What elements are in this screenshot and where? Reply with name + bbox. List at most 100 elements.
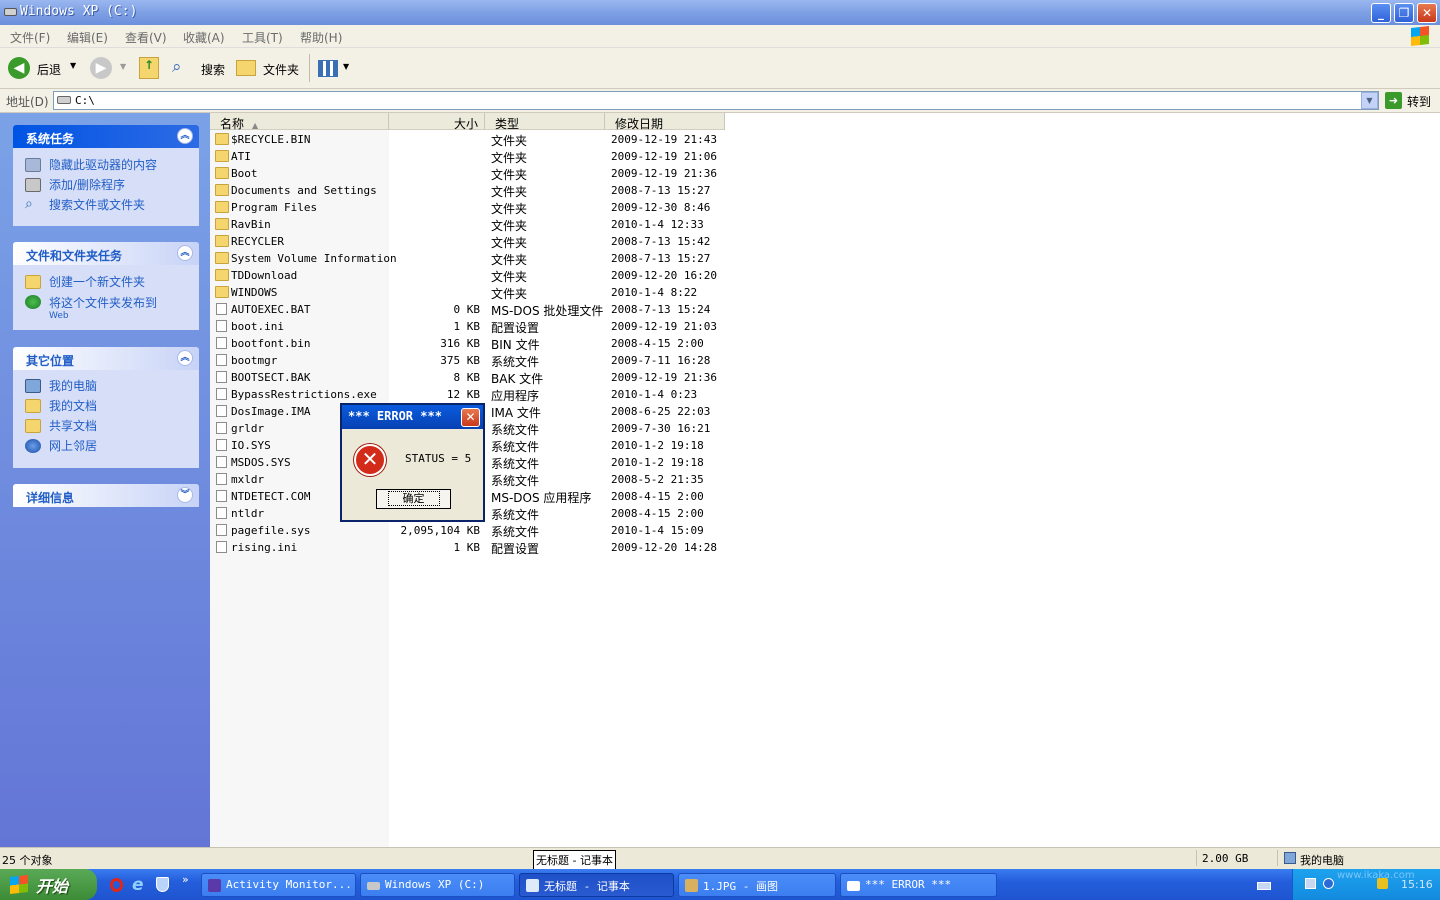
- task-hide-drive[interactable]: 隐藏此驱动器的内容: [13, 155, 199, 175]
- file-row[interactable]: TDDownload 文件夹 2009-12-20 16:20: [210, 267, 730, 284]
- file-row[interactable]: bootmgr 375 KB 系统文件 2009-7-11 16:28: [210, 352, 730, 369]
- file-row[interactable]: RECYCLER 文件夹 2008-7-13 15:42: [210, 233, 730, 250]
- column-header-type[interactable]: 类型: [485, 113, 605, 131]
- file-row[interactable]: rising.ini 1 KB 配置设置 2009-12-20 14:28: [210, 539, 730, 556]
- dialog-message: STATUS = 5: [405, 452, 472, 465]
- file-row[interactable]: pagefile.sys 2,095,104 KB 系统文件 2010-1-4 15:…: [210, 522, 730, 539]
- back-arrow-icon: ◀: [8, 57, 30, 79]
- task-notepad[interactable]: 无标题 - 记事本: [519, 873, 674, 897]
- file-row[interactable]: AUTOEXEC.BAT 0 KB MS-DOS 批处理文件 2008-7-13 15…: [210, 301, 730, 318]
- task-activity-monitor[interactable]: Activity Monitor...: [201, 873, 356, 897]
- file-icon: [216, 388, 227, 400]
- go-button[interactable]: ➜ 转到: [1385, 91, 1437, 111]
- file-row[interactable]: WINDOWS 文件夹 2010-1-4 8:22: [210, 284, 730, 301]
- start-button[interactable]: 开始: [0, 869, 97, 900]
- forward-button[interactable]: ▶: [90, 57, 112, 79]
- details-header[interactable]: 详细信息 ︾: [13, 484, 199, 507]
- column-header-name[interactable]: 名称 ▲: [210, 113, 389, 131]
- task-explorer[interactable]: Windows XP (C:): [360, 873, 515, 897]
- folder-icon: [215, 218, 229, 230]
- collapse-icon[interactable]: ︽: [177, 128, 193, 144]
- expand-icon[interactable]: ︾: [177, 487, 193, 503]
- task-label: 隐藏此驱动器的内容: [49, 158, 158, 172]
- file-icon: [216, 490, 227, 502]
- keyboard-icon[interactable]: [1257, 882, 1271, 890]
- up-folder-button[interactable]: ↑: [139, 57, 159, 79]
- menu-edit[interactable]: 编辑(E): [67, 29, 108, 46]
- shared-folder-icon: [25, 419, 41, 433]
- folders-label: 文件夹: [263, 63, 300, 77]
- status-divider: [1196, 850, 1197, 866]
- tray-antivirus-icon[interactable]: [1323, 878, 1334, 889]
- views-grid-icon: [318, 60, 338, 77]
- file-name: ntldr: [231, 507, 265, 520]
- window-title: Windows XP (C:): [20, 4, 138, 19]
- address-input[interactable]: C:\: [53, 91, 1379, 110]
- search-button[interactable]: ⌕ 搜索: [172, 57, 228, 81]
- column-header-size[interactable]: 大小: [389, 113, 485, 131]
- task-new-folder[interactable]: 创建一个新文件夹: [13, 272, 199, 292]
- place-shared-documents[interactable]: 共享文档: [13, 416, 199, 436]
- place-my-documents[interactable]: 我的文档: [13, 396, 199, 416]
- maximize-button[interactable]: ❐: [1394, 3, 1414, 23]
- menu-favorites[interactable]: 收藏(A): [183, 29, 225, 46]
- file-row[interactable]: $RECYCLE.BIN 文件夹 2009-12-19 21:43: [210, 131, 730, 148]
- opera-icon[interactable]: [110, 878, 123, 892]
- file-row[interactable]: BOOTSECT.BAK 8 KB BAK 文件 2009-12-19 21:36: [210, 369, 730, 386]
- clock[interactable]: 15:16: [1401, 878, 1433, 891]
- task-paint[interactable]: 1.JPG - 画图: [678, 873, 836, 897]
- system-tray: www.ikaka.com 15:16: [1292, 869, 1440, 900]
- file-type: 系统文件: [491, 355, 540, 369]
- folders-button[interactable]: 文件夹: [236, 57, 302, 81]
- file-row[interactable]: Program Files 文件夹 2009-12-30 8:46: [210, 199, 730, 216]
- file-name: BypassRestrictions.exe: [231, 388, 377, 401]
- tray-network-icon[interactable]: [1305, 878, 1316, 889]
- taskbar: 开始 e » Activity Monitor... Windows XP (C…: [0, 869, 1440, 900]
- file-row[interactable]: RavBin 文件夹 2010-1-4 12:33: [210, 216, 730, 233]
- place-network[interactable]: 网上邻居: [13, 436, 199, 456]
- task-publish-web[interactable]: 将这个文件夹发布到 Web: [13, 292, 199, 322]
- folder-icon: [215, 286, 229, 298]
- menu-file[interactable]: 文件(F): [10, 29, 50, 46]
- other-places-header[interactable]: 其它位置 ︽: [13, 347, 199, 370]
- file-size: 1 KB: [453, 320, 481, 333]
- file-row[interactable]: Documents and Settings 文件夹 2008-7-13 15:27: [210, 182, 730, 199]
- views-button[interactable]: ▼: [316, 57, 352, 81]
- file-tasks-header[interactable]: 文件和文件夹任务 ︽: [13, 242, 199, 265]
- task-label: 搜索文件或文件夹: [49, 198, 146, 212]
- file-tasks-title: 文件和文件夹任务: [26, 249, 123, 263]
- back-button[interactable]: ◀ 后退 ▼: [8, 57, 80, 81]
- task-error-dialog[interactable]: *** ERROR ***: [840, 873, 997, 897]
- file-name: $RECYCLE.BIN: [231, 133, 311, 146]
- shield-icon[interactable]: [156, 877, 169, 892]
- task-label-web: Web: [49, 311, 69, 321]
- file-row[interactable]: System Volume Information 文件夹 2008-7-13 15…: [210, 250, 730, 267]
- collapse-icon[interactable]: ︽: [177, 350, 193, 366]
- place-my-computer[interactable]: 我的电脑: [13, 376, 199, 396]
- address-dropdown-button[interactable]: ▼: [1361, 92, 1378, 109]
- collapse-icon[interactable]: ︽: [177, 245, 193, 261]
- system-tasks-header[interactable]: 系统任务 ︽: [13, 125, 199, 148]
- file-name: rising.ini: [231, 541, 298, 554]
- file-modified: 2009-7-11 16:28: [611, 354, 711, 367]
- menu-tools[interactable]: 工具(T): [242, 29, 283, 46]
- title-bar[interactable]: Windows XP (C:) _ ❐ ✕: [0, 0, 1440, 25]
- address-value: C:\: [75, 94, 95, 107]
- ok-button[interactable]: 确定: [376, 489, 451, 509]
- chevron-right-icon[interactable]: »: [182, 873, 189, 886]
- task-add-remove-programs[interactable]: 添加/删除程序: [13, 175, 199, 195]
- ie-icon[interactable]: e: [132, 875, 144, 895]
- menu-view[interactable]: 查看(V): [125, 29, 167, 46]
- file-row[interactable]: ATI 文件夹 2009-12-19 21:06: [210, 148, 730, 165]
- task-search-files[interactable]: ⌕ 搜索文件或文件夹: [13, 195, 199, 215]
- close-button[interactable]: ✕: [1417, 3, 1437, 23]
- file-row[interactable]: Boot 文件夹 2009-12-19 21:36: [210, 165, 730, 182]
- file-row[interactable]: BypassRestrictions.exe 12 KB 应用程序 2010-1-4 …: [210, 386, 730, 403]
- dialog-close-button[interactable]: ✕: [461, 408, 480, 427]
- file-row[interactable]: boot.ini 1 KB 配置设置 2009-12-19 21:03: [210, 318, 730, 335]
- file-modified: 2008-7-13 15:42: [611, 235, 711, 248]
- menu-help[interactable]: 帮助(H): [300, 29, 342, 46]
- minimize-button[interactable]: _: [1371, 3, 1391, 23]
- column-header-modified[interactable]: 修改日期: [605, 113, 725, 131]
- file-row[interactable]: bootfont.bin 316 KB BIN 文件 2008-4-15 2:00: [210, 335, 730, 352]
